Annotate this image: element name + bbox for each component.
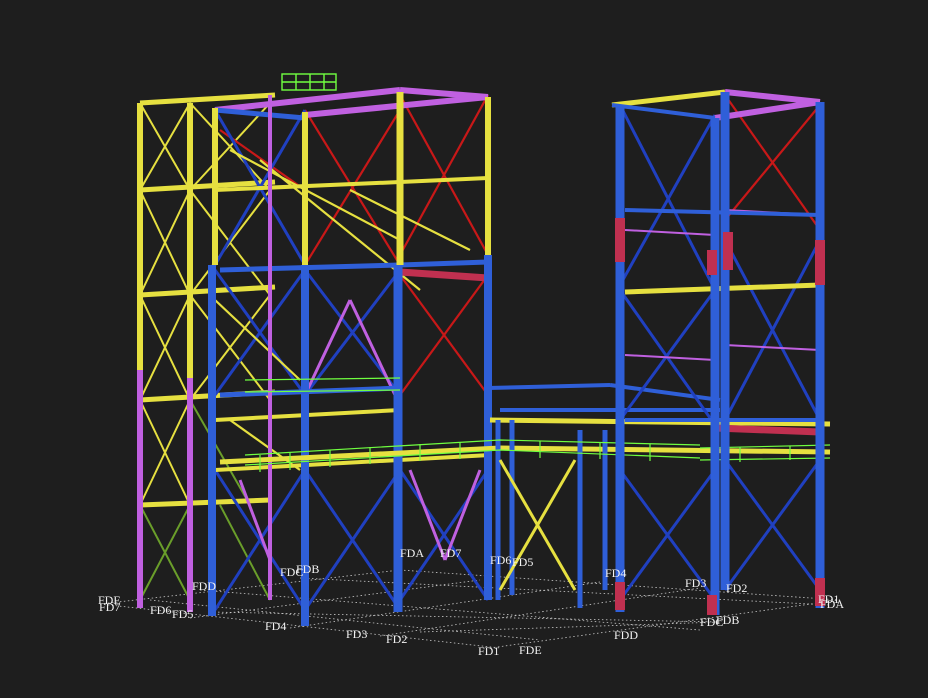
grid-label-fd7-mid: FD7 [440, 546, 461, 560]
grid-label-fdb-right: FDB [716, 613, 739, 627]
main-tower-bracing [213, 94, 490, 611]
grid-label-fd3-left: FD3 [346, 627, 367, 641]
main-tower-beams [214, 87, 491, 472]
grid-label-fdd-left: FDD [192, 579, 216, 593]
grid-label-fd1-bottom: FD1 [478, 644, 499, 658]
grid-label-fd5-left: FD5 [172, 607, 193, 621]
grid-label-fd4-left: FD4 [265, 619, 286, 633]
right-tower-bracing [618, 94, 822, 601]
model-viewport[interactable]: FDE FD7 FD6 FD5 FDD FDC FDB FD4 FD3 FD2 FDA FD7 FD6 F… [0, 0, 928, 698]
grid-label-fd2-right: FD2 [726, 581, 747, 595]
right-tower-frame [611, 89, 825, 615]
grid-label-fd6-mid: FD6 [490, 553, 511, 567]
grid-label-fd5-mid: FD5 [512, 555, 533, 569]
structural-3d-model[interactable]: FDEFD7 FD6 FD5FDDFDCFDBFD4FD3 FD2FDA FD7 FD6 F… [0, 0, 928, 698]
grid-label-fdd-right: FDD [614, 628, 638, 642]
grid-label-fd2-left: FD2 [386, 632, 407, 646]
grid-label-fda-right: FDA [820, 597, 844, 611]
grid-label-fd3-right: FD3 [685, 576, 706, 590]
grid-label-fd6-left: FD6 [150, 603, 171, 617]
grid-label-fdb-upper: FDB [296, 562, 319, 576]
roof-handrail [281, 73, 337, 91]
grid-label-fda-mid: FDA [400, 546, 424, 560]
grid-label-fd4-right: FD4 [605, 566, 626, 580]
grid-label-fd7-left: FD7 [99, 600, 120, 614]
grid-label-fde-bottom: FDE [519, 643, 542, 657]
